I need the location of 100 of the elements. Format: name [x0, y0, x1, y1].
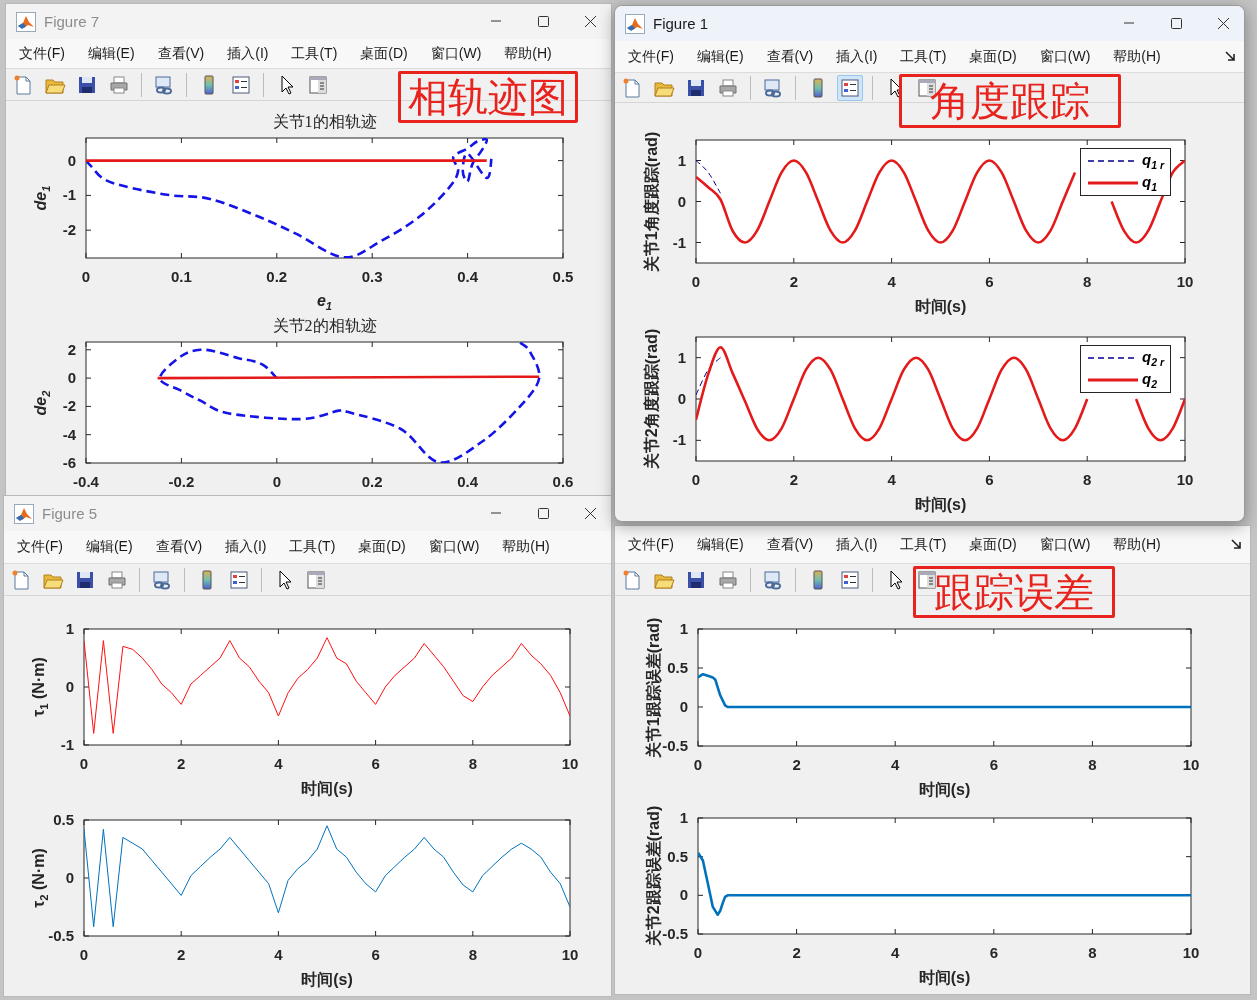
tick-label: 0 [691, 471, 701, 488]
menu-item[interactable]: 查看(V) [759, 535, 821, 554]
x-axis-label: 时间(s) [914, 296, 967, 317]
menu-item[interactable]: 文件(F) [12, 44, 72, 63]
tick-label: 0 [677, 390, 686, 407]
tick-label: 1 [679, 809, 688, 826]
y-axis-label: 关节2跟踪误差(rad) [643, 805, 663, 947]
menu-item[interactable]: 查看(V) [150, 44, 212, 63]
tick-label: 8 [1088, 944, 1097, 961]
tick-label: 6 [989, 756, 998, 773]
annotation-label: 跟踪误差 [913, 566, 1115, 618]
tick-label: 8 [1083, 273, 1092, 290]
tick-label: 0.2 [266, 268, 288, 285]
tick-label: 2 [67, 340, 76, 358]
tick-label: 4 [891, 944, 900, 961]
tick-label: 0.3 [361, 268, 383, 285]
tick-label: 0 [272, 473, 281, 490]
tick-label: 0.5 [667, 659, 688, 676]
tick-label: 0.5 [53, 811, 74, 828]
tick-label: 4 [887, 471, 896, 488]
tick-label: 4 [887, 273, 896, 290]
menu-item[interactable]: 编辑(E) [78, 538, 140, 556]
menu-item[interactable]: 帮助(H) [495, 538, 557, 556]
menu-item[interactable]: 窗口(W) [1032, 47, 1098, 66]
menu-item[interactable]: 工具(T) [893, 47, 954, 66]
menu-item[interactable]: 工具(T) [893, 535, 954, 554]
x-axis-label: 时间(s) [918, 967, 971, 988]
menu-item[interactable]: 编辑(E) [689, 47, 751, 66]
menu-item[interactable]: 编辑(E) [80, 44, 142, 63]
menu-item[interactable]: 工具(T) [284, 44, 345, 63]
x-axis-label: 时间(s) [918, 779, 971, 800]
tick-label: 10 [1176, 471, 1194, 488]
tick-label: 2 [792, 756, 801, 773]
window-title: Figure 7 [44, 13, 100, 30]
tick-label: -1 [672, 233, 686, 251]
tick-label: -0.2 [168, 473, 195, 490]
menu-item[interactable]: 桌面(D) [351, 538, 413, 556]
menu-item[interactable]: 桌面(D) [962, 47, 1024, 66]
menu-item[interactable]: 文件(F) [621, 535, 681, 554]
tick-label: 10 [561, 755, 579, 772]
tick-label: -4 [62, 425, 76, 443]
window-title: Figure 5 [42, 505, 98, 522]
menu-item[interactable]: 查看(V) [148, 538, 210, 556]
menu-item[interactable]: 插入(I) [218, 538, 274, 556]
tick-label: 4 [274, 946, 283, 963]
tick-label: 0.5 [552, 268, 574, 285]
tick-label: 10 [1182, 756, 1200, 773]
menu-item[interactable]: 插入(I) [829, 535, 885, 554]
tick-label: 0 [693, 756, 703, 773]
tick-label: 1 [677, 348, 686, 366]
chart-title: 关节2的相轨迹 [272, 315, 377, 336]
x-axis-label: 时间(s) [301, 969, 353, 990]
menu-item[interactable]: 插入(I) [220, 44, 276, 63]
tick-label: 0.4 [457, 268, 479, 285]
menu-item[interactable]: 窗口(W) [1032, 535, 1098, 554]
tick-label: 0 [691, 273, 701, 290]
tick-label: 0.2 [361, 473, 383, 490]
tick-label: 0 [679, 886, 688, 904]
tick-label: 10 [1182, 944, 1200, 961]
y-axis-label: 关节2角度跟踪(rad) [641, 328, 661, 470]
tick-label: 10 [1176, 273, 1194, 290]
menu-item[interactable]: 工具(T) [282, 538, 343, 556]
tick-label: -0.5 [662, 925, 688, 942]
tick-label: -0.5 [48, 927, 74, 944]
tick-label: 0 [677, 192, 686, 210]
legend-label: q$_{2 r}$ [1142, 348, 1164, 368]
tick-label: 2 [792, 944, 801, 961]
chart-title: 关节1的相轨迹 [272, 111, 377, 132]
x-axis-label: 时间(s) [301, 778, 353, 799]
tick-label: 8 [1088, 756, 1097, 773]
tick-label: -0.5 [662, 737, 688, 754]
tick-label: 1 [677, 151, 686, 169]
menu-item[interactable]: 桌面(D) [353, 44, 415, 63]
tick-label: 0 [81, 268, 91, 285]
annotation-label: 相轨迹图 [398, 71, 578, 123]
tick-label: 0 [67, 369, 76, 387]
tick-label: 4 [274, 755, 283, 772]
menu-item[interactable]: 窗口(W) [423, 44, 489, 63]
menu-item[interactable]: 帮助(H) [1106, 535, 1168, 554]
menu-item[interactable]: 文件(F) [621, 47, 681, 66]
tick-label: 0.1 [170, 268, 192, 285]
menu-item[interactable]: 帮助(H) [497, 44, 559, 63]
legend-label: q$_{1}$ [1142, 173, 1157, 193]
tick-label: -2 [62, 221, 76, 239]
menu-item[interactable]: 帮助(H) [1106, 47, 1168, 66]
tick-label: 2 [177, 755, 186, 772]
tick-label: 8 [468, 755, 477, 772]
menu-item[interactable]: 文件(F) [10, 538, 70, 556]
tick-label: 2 [789, 273, 798, 290]
tick-label: 6 [989, 944, 998, 961]
tick-label: -1 [62, 186, 76, 204]
menu-item[interactable]: 查看(V) [759, 47, 821, 66]
tick-label: -1 [672, 431, 686, 449]
menu-item[interactable]: 插入(I) [829, 47, 885, 66]
menu-item[interactable]: 窗口(W) [421, 538, 487, 556]
menu-item[interactable]: 编辑(E) [689, 535, 751, 554]
tick-label: 0 [79, 946, 89, 963]
tick-label: 2 [789, 471, 798, 488]
menu-item[interactable]: 桌面(D) [962, 535, 1024, 554]
tick-label: 0.4 [457, 473, 479, 490]
